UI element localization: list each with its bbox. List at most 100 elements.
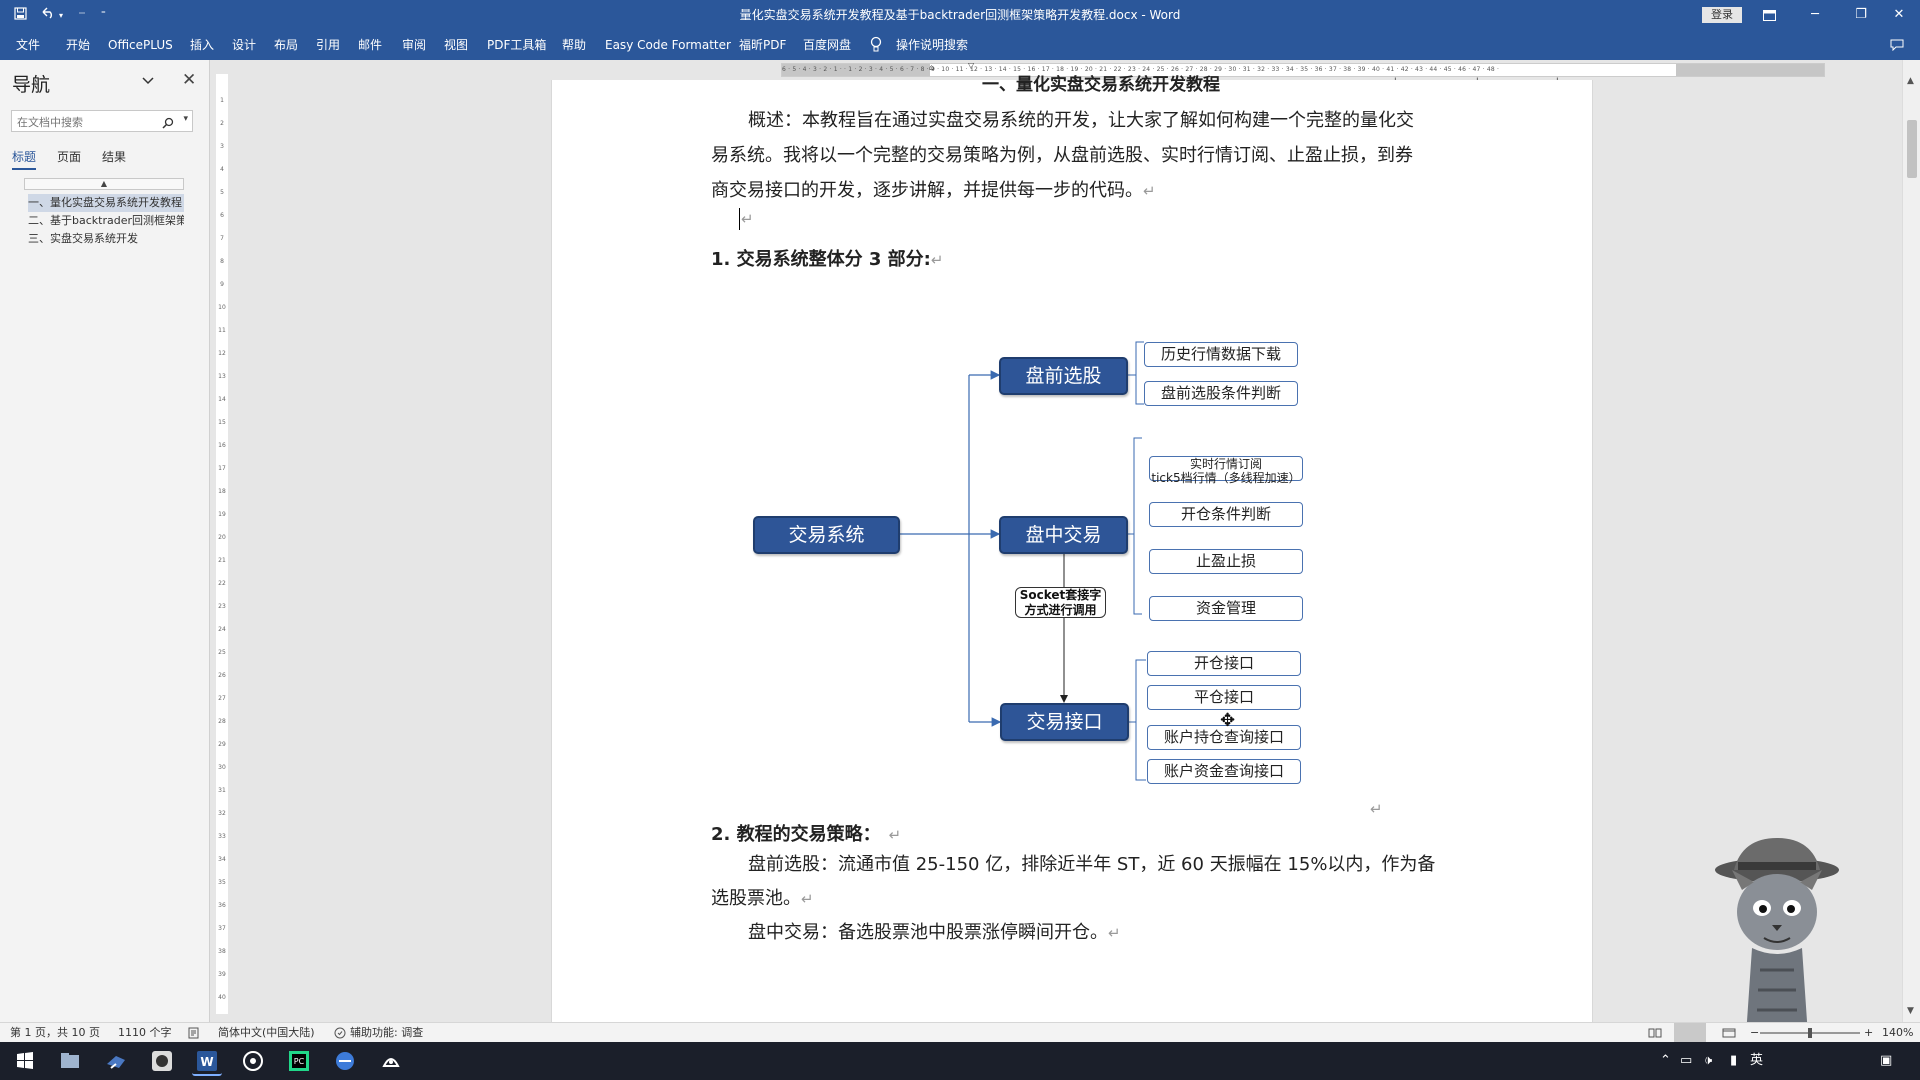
ruler-tick: 18 xyxy=(218,488,226,495)
word-icon[interactable]: W xyxy=(192,1046,222,1076)
tab-pages[interactable]: 页面 xyxy=(57,148,81,165)
tab-help[interactable]: 帮助 xyxy=(562,30,586,60)
word-count[interactable]: 1110 个字 xyxy=(118,1023,172,1043)
app-icon[interactable] xyxy=(147,1046,177,1076)
file-explorer-icon[interactable] xyxy=(55,1046,85,1076)
tab-results[interactable]: 结果 xyxy=(102,148,126,165)
search-options-icon[interactable]: ▾ xyxy=(183,114,188,124)
tab-foxit-pdf[interactable]: 福昕PDF xyxy=(739,30,786,60)
tab-insert[interactable]: 插入 xyxy=(190,30,214,60)
tab-headings[interactable]: 标题 xyxy=(12,148,37,170)
tab-view[interactable]: 视图 xyxy=(444,30,468,60)
nav-search-input[interactable] xyxy=(12,112,162,133)
callout-line: 方式进行调用 xyxy=(1024,603,1097,617)
tab-officeplus[interactable]: OfficePLUS xyxy=(108,30,173,60)
horizontal-ruler[interactable]: 6 · 5 · 4 · 3 · 2 · 1 · · 1 · 2 · 3 · 4 … xyxy=(781,61,1825,77)
comments-icon[interactable] xyxy=(1890,30,1904,62)
tab-mailings[interactable]: 邮件 xyxy=(358,30,382,60)
document-area: 6 · 5 · 4 · 3 · 2 · 1 · · 1 · 2 · 3 · 4 … xyxy=(232,60,1902,1022)
zoom-slider-thumb[interactable] xyxy=(1808,1028,1812,1038)
scroll-down-icon[interactable]: ▼ xyxy=(1907,1006,1914,1016)
heading-item[interactable]: 三、实盘交易系统开发 xyxy=(28,230,184,248)
minimize-button[interactable]: ─ xyxy=(1792,0,1838,30)
lightbulb-icon xyxy=(870,36,882,54)
interface-item: 开仓接口 xyxy=(1147,651,1301,676)
ruler-tick: 25 xyxy=(218,649,226,656)
heading-item[interactable]: 二、基于backtrader回测框架策略开发教程 xyxy=(28,212,184,230)
print-layout-icon[interactable] xyxy=(1674,1023,1706,1043)
ruler-tick: 35 xyxy=(218,879,226,886)
navigation-pane: 导航 ✕ ▾ 标题 页面 结果 ▲ 一、量化实盘交易系统开发教程 二、基于bac… xyxy=(0,60,210,1022)
ruler-tick: 20 xyxy=(218,534,226,541)
intraday-item: 资金管理 xyxy=(1149,596,1303,621)
ruler-tick: 3 xyxy=(220,143,224,150)
document-page[interactable]: 一、量化实盘交易系统开发教程 概述：本教程旨在通过实盘交易系统的开发，让大家了解… xyxy=(551,75,1593,1022)
login-button[interactable]: 登录 xyxy=(1702,7,1742,23)
premarket-item: 历史行情数据下载 xyxy=(1144,342,1298,367)
first-line-indent-marker[interactable]: ▽ xyxy=(968,61,974,70)
tab-easy-code-formatter[interactable]: Easy Code Formatter xyxy=(605,30,731,60)
zoom-level[interactable]: 140% xyxy=(1882,1023,1913,1043)
strategy-line: 盘前选股：流通市值 25-150 亿，排除近半年 ST，近 60 天振幅在 15… xyxy=(748,854,1436,875)
volume-icon[interactable]: 🕩 xyxy=(1704,1042,1712,1080)
pycharm-icon[interactable]: PC xyxy=(284,1046,314,1076)
chevron-down-icon[interactable] xyxy=(142,74,154,89)
intraday-item: 开仓条件判断 xyxy=(1149,502,1303,527)
ruler-tick: 13 xyxy=(218,373,226,380)
ruler-tick: 21 xyxy=(218,557,226,564)
ruler-tick: 19 xyxy=(218,511,226,518)
vertical-ruler: 1 2 3 4 5 6 7 8 9 10 11 12 13 14 15 16 17 18 19 20 21 22 23 24 2… xyxy=(212,60,232,1022)
ruler-tick: 31 xyxy=(218,787,226,794)
tab-file[interactable]: 文件 xyxy=(16,30,40,60)
tab-references[interactable]: 引用 xyxy=(316,30,340,60)
strategy-text: 盘中交易：备选股票池中股票涨停瞬间开仓。 xyxy=(748,922,1108,943)
ribbon-display-icon[interactable] xyxy=(1746,0,1792,30)
app-icon[interactable] xyxy=(238,1046,268,1076)
intraday-item-line: tick5档行情（多线程加速） xyxy=(1151,471,1301,485)
svg-text:W: W xyxy=(200,1055,213,1069)
tab-home[interactable]: 开始 xyxy=(66,30,90,60)
page-count[interactable]: 第 1 页，共 10 页 xyxy=(10,1023,100,1043)
close-icon[interactable]: ✕ xyxy=(182,70,196,90)
ruler-tick: 33 xyxy=(218,833,226,840)
tab-review[interactable]: 审阅 xyxy=(402,30,426,60)
section-2-title: 2. 教程的交易策略： xyxy=(711,824,881,845)
search-icon[interactable] xyxy=(162,114,174,129)
heading-item[interactable]: 一、量化实盘交易系统开发教程 xyxy=(28,194,184,212)
ruler-tick: 22 xyxy=(218,580,226,587)
zoom-out-icon[interactable]: − xyxy=(1750,1023,1759,1043)
tray-overflow-icon[interactable]: ⌃ xyxy=(1660,1042,1671,1080)
nav-pane-title: 导航 xyxy=(12,74,51,96)
scrollbar-thumb[interactable] xyxy=(1907,120,1917,178)
ruler-tick: 17 xyxy=(218,465,226,472)
app-icon[interactable] xyxy=(376,1046,406,1076)
language-indicator[interactable]: 简体中文(中国大陆) xyxy=(218,1023,315,1043)
paragraph-mark: ↵ xyxy=(1108,924,1121,942)
section-heading: 2. 教程的交易策略： ↵ xyxy=(711,820,901,846)
start-icon[interactable] xyxy=(10,1046,40,1076)
zoom-in-icon[interactable]: + xyxy=(1864,1023,1873,1043)
node-trading-interface: 交易接口 xyxy=(1000,703,1129,741)
mic-icon[interactable]: ▮ xyxy=(1730,1042,1737,1080)
accessibility-status[interactable]: 辅助功能: 调查 xyxy=(350,1023,423,1043)
ruler-tick: 30 xyxy=(218,764,226,771)
ime-indicator[interactable]: 英 xyxy=(1750,1042,1763,1080)
tab-baidu-netdisk[interactable]: 百度网盘 xyxy=(803,30,851,60)
ruler-tick: 7 xyxy=(220,235,224,242)
network-icon[interactable]: ▭ xyxy=(1680,1042,1692,1080)
node-trading-system: 交易系统 xyxy=(753,516,900,554)
app-icon[interactable] xyxy=(101,1046,131,1076)
collapse-arrow-icon[interactable]: ▲ xyxy=(24,178,184,190)
tab-design[interactable]: 设计 xyxy=(232,30,256,60)
left-indent-marker[interactable]: ⌂ xyxy=(929,63,934,72)
scroll-up-icon[interactable]: ▲ xyxy=(1907,76,1914,86)
close-button[interactable]: ✕ xyxy=(1876,0,1920,30)
app-icon[interactable] xyxy=(330,1046,360,1076)
ruler-tick: 24 xyxy=(218,626,226,633)
ruler-tick: 8 xyxy=(220,258,224,265)
vertical-scrollbar[interactable]: ▲ ▼ xyxy=(1902,60,1920,1022)
tab-layout[interactable]: 布局 xyxy=(274,30,298,60)
notification-icon[interactable]: ▣ xyxy=(1880,1042,1892,1080)
tell-me-search[interactable]: 操作说明搜索 xyxy=(896,30,968,60)
tab-pdf-tools[interactable]: PDF工具箱 xyxy=(487,30,546,60)
